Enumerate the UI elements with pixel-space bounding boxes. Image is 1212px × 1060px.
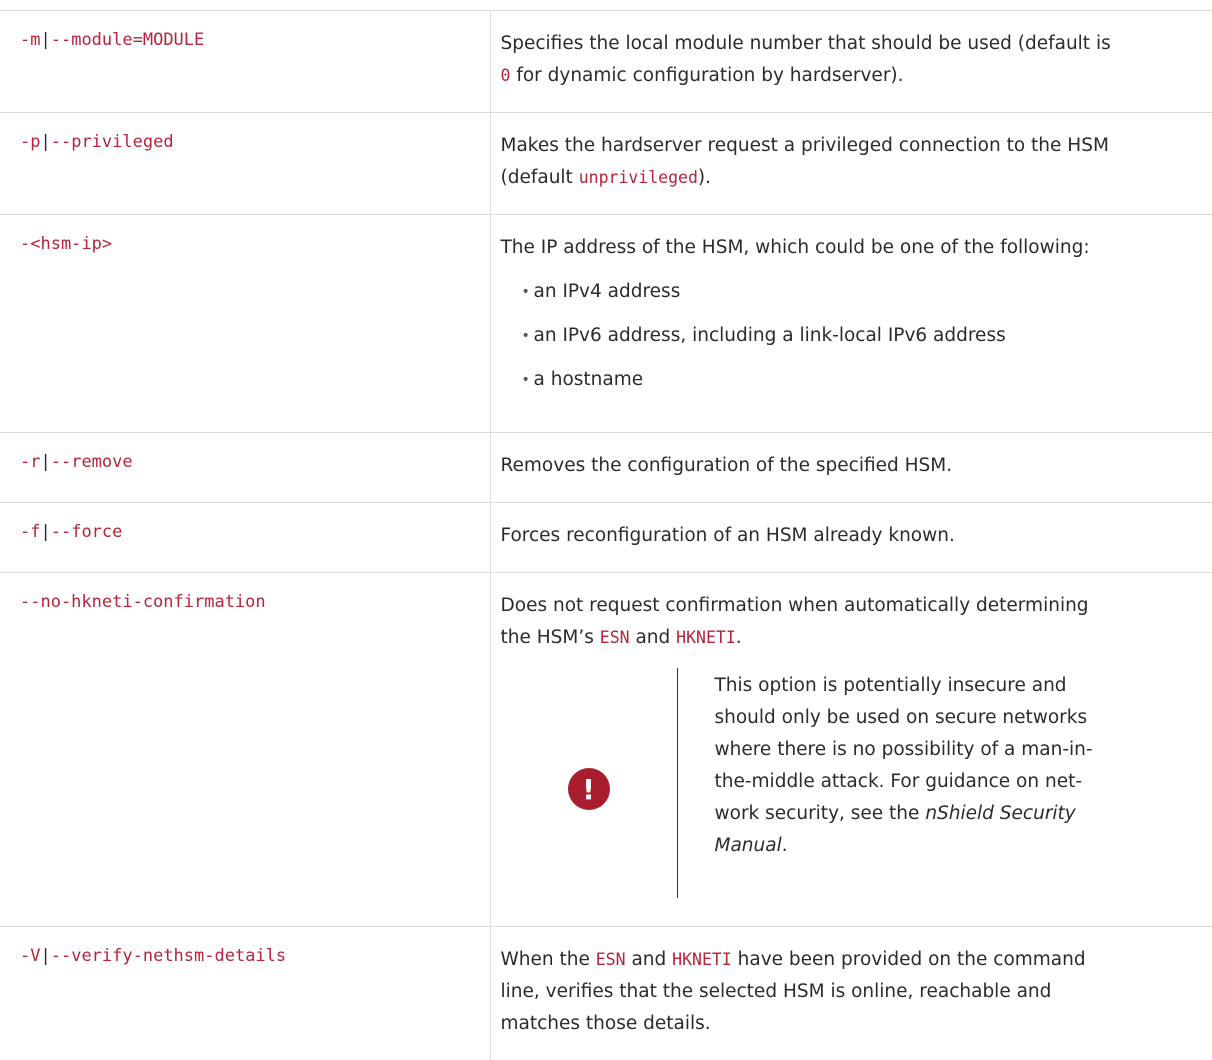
option-cell: --no-hkneti-confirmation: [0, 573, 490, 927]
bullet-icon: •: [522, 320, 530, 352]
manual-title: Manual: [715, 835, 782, 856]
bullet-icon: •: [522, 276, 530, 308]
option-name: -m|--module=MODULE: [20, 30, 204, 50]
table-row: --no-hkneti-confirmation Does not reques…: [0, 573, 1212, 927]
list-item: •an IPv4 address: [522, 276, 1212, 308]
option-cell: -m|--module=MODULE: [0, 11, 490, 113]
options-table: -m|--module=MODULE Specifies the local m…: [0, 10, 1212, 1060]
list-item: •a hostname: [522, 364, 1212, 396]
table-row: -V|--verify-nethsm-details When the ESN …: [0, 927, 1212, 1060]
inline-code: 0: [501, 66, 511, 85]
description-text: Makes the hardserver request a privilege…: [501, 130, 1212, 194]
description-text: Does not request confirmation when autom…: [501, 590, 1212, 654]
inline-code: HKNETI: [672, 950, 732, 969]
option-cell: -r|--remove: [0, 433, 490, 503]
exclamation-circle-icon: !: [568, 768, 610, 810]
description-cell: When the ESN and HKNETI have been provid…: [490, 927, 1212, 1060]
option-name: -V|--verify-nethsm-details: [20, 946, 286, 966]
description-cell: Makes the hardserver request a privilege…: [490, 113, 1212, 215]
option-cell: -f|--force: [0, 503, 490, 573]
inline-code: unprivileged: [579, 168, 698, 187]
table-row: -m|--module=MODULE Specifies the local m…: [0, 11, 1212, 113]
table-row: -p|--privileged Makes the hardserver req…: [0, 113, 1212, 215]
option-name: --no-hkneti-confirmation: [20, 592, 266, 612]
option-cell: -p|--privileged: [0, 113, 490, 215]
description-text: Forces reconfiguration of an HSM already…: [501, 520, 1212, 552]
warning-icon-column: !: [501, 668, 677, 898]
description-text: Specifies the local module number that s…: [501, 28, 1212, 92]
option-name: -p|--privileged: [20, 132, 174, 152]
option-cell: -<hsm-ip>: [0, 215, 490, 433]
table-row: -f|--force Forces reconfiguration of an …: [0, 503, 1212, 573]
option-name: -f|--force: [20, 522, 122, 542]
description-cell: Does not request confirmation when autom…: [490, 573, 1212, 927]
description-cell: Specifies the local module number that s…: [490, 11, 1212, 113]
inline-code: ESN: [596, 950, 626, 969]
manual-title: nShield Security: [925, 803, 1075, 824]
option-name: -r|--remove: [20, 452, 133, 472]
description-text: Removes the configuration of the specifi…: [501, 450, 1212, 482]
list-item: •an IPv6 address, including a link-local…: [522, 320, 1212, 352]
inline-code: ESN: [600, 628, 630, 647]
warning-admonition: ! This option is potentially insecure an…: [501, 668, 1212, 898]
warning-text: This option is potentially insecure and …: [678, 668, 1115, 898]
description-cell: Forces reconfiguration of an HSM already…: [490, 503, 1212, 573]
bullet-icon: •: [522, 364, 530, 396]
table-row: -<hsm-ip> The IP address of the HSM, whi…: [0, 215, 1212, 433]
option-cell: -V|--verify-nethsm-details: [0, 927, 490, 1060]
description-text: When the ESN and HKNETI have been provid…: [501, 944, 1212, 1040]
bullet-list: •an IPv4 address •an IPv6 address, inclu…: [501, 276, 1212, 396]
description-cell: Removes the configuration of the specifi…: [490, 433, 1212, 503]
table-row: -r|--remove Removes the configuration of…: [0, 433, 1212, 503]
inline-code: HKNETI: [676, 628, 736, 647]
option-name: -<hsm-ip>: [20, 234, 112, 254]
description-cell: The IP address of the HSM, which could b…: [490, 215, 1212, 433]
description-text: The IP address of the HSM, which could b…: [501, 232, 1212, 264]
